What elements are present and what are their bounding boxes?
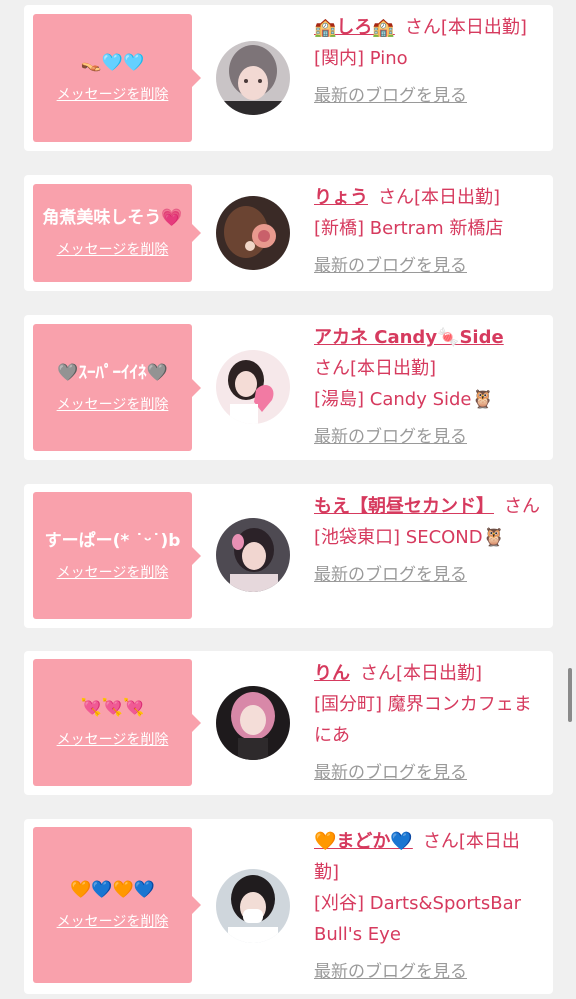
shop-text: [新橋] Bertram 新橋店: [314, 218, 504, 239]
latest-blog-link[interactable]: 最新のブログを見る: [314, 251, 544, 282]
profile-photo-icon: [216, 350, 290, 424]
list-item: 👡🩵🩵 メッセージを削除 🏫しろ🏫 さん[本日出勤] [関内] Pino 最新のブ…: [24, 5, 553, 151]
profile-info: もえ【朝昼セカンド】 さん [池袋東口] SECOND🦉 最新のブログを見る: [314, 491, 544, 591]
delete-message-link[interactable]: メッセージを削除: [57, 86, 169, 104]
latest-blog-link[interactable]: 最新のブログを見る: [314, 560, 544, 591]
status-text: さん[本日出勤]: [360, 663, 483, 684]
profile-info: 🧡まどか💙 さん[本日出勤] [刈谷] Darts&SportsBar Bull'…: [314, 826, 544, 988]
delete-message-link[interactable]: メッセージを削除: [57, 564, 169, 582]
latest-blog-link[interactable]: 最新のブログを見る: [314, 957, 544, 988]
scrollbar[interactable]: [568, 668, 572, 722]
message-text: 👡🩵🩵: [80, 53, 145, 73]
list-item: 🩶ｽｰﾊﾟｰｲｲﾈ🩶 メッセージを削除 アカネ Candy🍬Side さん[本日…: [24, 315, 553, 460]
avatar[interactable]: [216, 686, 290, 760]
profile-photo-icon: [216, 686, 290, 760]
avatar[interactable]: [216, 518, 290, 592]
latest-blog-link[interactable]: 最新のブログを見る: [314, 758, 544, 789]
shop-text: [湯島] Candy Side🦉: [314, 389, 494, 410]
avatar[interactable]: [216, 196, 290, 270]
list-item: 💘💘💘 メッセージを削除 りん さん[本日出勤] [国分町] 魔界コンカフェまにあ…: [24, 651, 553, 795]
message-text: 💘💘💘: [80, 697, 145, 718]
profile-info: 🏫しろ🏫 さん[本日出勤] [関内] Pino 最新のブログを見る: [314, 12, 544, 112]
message-text: 🩶ｽｰﾊﾟｰｲｲﾈ🩶: [57, 362, 168, 383]
status-text: さん[本日出勤]: [404, 17, 527, 38]
message-bubble: すーぱー(* ˙ᵕ˙)b メッセージを削除: [33, 492, 201, 619]
profile-info: りん さん[本日出勤] [国分町] 魔界コンカフェまにあ 最新のブログを見る: [314, 658, 544, 789]
profile-info: りょう さん[本日出勤] [新橋] Bertram 新橋店 最新のブログを見る: [314, 182, 544, 282]
cast-name-link[interactable]: アカネ Candy🍬Side: [314, 327, 504, 348]
latest-blog-link[interactable]: 最新のブログを見る: [314, 422, 544, 453]
list-item: 🧡💙🧡💙 メッセージを削除 🧡まどか💙 さん[本日出勤] [刈谷] Darts&S…: [24, 819, 553, 994]
shop-text: [国分町] 魔界コンカフェまにあ: [314, 694, 532, 746]
list-item: 角煮美味しそう💗 メッセージを削除 りょう さん[本日出勤] [新橋] Bertr…: [24, 175, 553, 291]
cast-name-link[interactable]: りょう: [314, 187, 368, 208]
delete-message-link[interactable]: メッセージを削除: [57, 396, 169, 414]
message-bubble: 🩶ｽｰﾊﾟｰｲｲﾈ🩶 メッセージを削除: [33, 324, 201, 451]
cast-name-link[interactable]: りん: [314, 663, 350, 684]
delete-message-link[interactable]: メッセージを削除: [57, 731, 169, 749]
delete-message-link[interactable]: メッセージを削除: [57, 241, 169, 259]
avatar[interactable]: [216, 41, 290, 115]
message-bubble: 👡🩵🩵 メッセージを削除: [33, 14, 201, 142]
cast-name-link[interactable]: 🏫しろ🏫: [314, 17, 395, 38]
message-text: 角煮美味しそう💗: [42, 208, 183, 228]
avatar[interactable]: [216, 869, 290, 943]
status-text: さん[本日出勤]: [378, 187, 501, 208]
delete-message-link[interactable]: メッセージを削除: [57, 913, 169, 931]
profile-photo-icon: [216, 196, 290, 270]
profile-info: アカネ Candy🍬Side さん[本日出勤] [湯島] Candy Side🦉…: [314, 322, 544, 453]
cast-name-link[interactable]: 🧡まどか💙: [314, 831, 413, 852]
shop-text: [刈谷] Darts&SportsBar Bull's Eye: [314, 893, 522, 945]
message-text: すーぱー(* ˙ᵕ˙)b: [44, 530, 181, 551]
shop-text: [関内] Pino: [314, 48, 408, 69]
list-item: すーぱー(* ˙ᵕ˙)b メッセージを削除 もえ【朝昼セカンド】 さん [池袋東口…: [24, 484, 553, 628]
latest-blog-link[interactable]: 最新のブログを見る: [314, 81, 544, 112]
avatar[interactable]: [216, 350, 290, 424]
message-bubble: 🧡💙🧡💙 メッセージを削除: [33, 827, 201, 983]
message-bubble: 角煮美味しそう💗 メッセージを削除: [33, 184, 201, 282]
message-bubble: 💘💘💘 メッセージを削除: [33, 659, 201, 786]
profile-photo-icon: [216, 869, 290, 943]
message-text: 🧡💙🧡💙: [70, 880, 155, 900]
status-text: さん[本日出勤]: [314, 358, 437, 379]
profile-photo-icon: [216, 518, 290, 592]
shop-text: [池袋東口] SECOND🦉: [314, 527, 506, 548]
status-text: さん: [504, 496, 540, 517]
cast-name-link[interactable]: もえ【朝昼セカンド】: [314, 496, 494, 517]
profile-photo-icon: [216, 41, 290, 115]
